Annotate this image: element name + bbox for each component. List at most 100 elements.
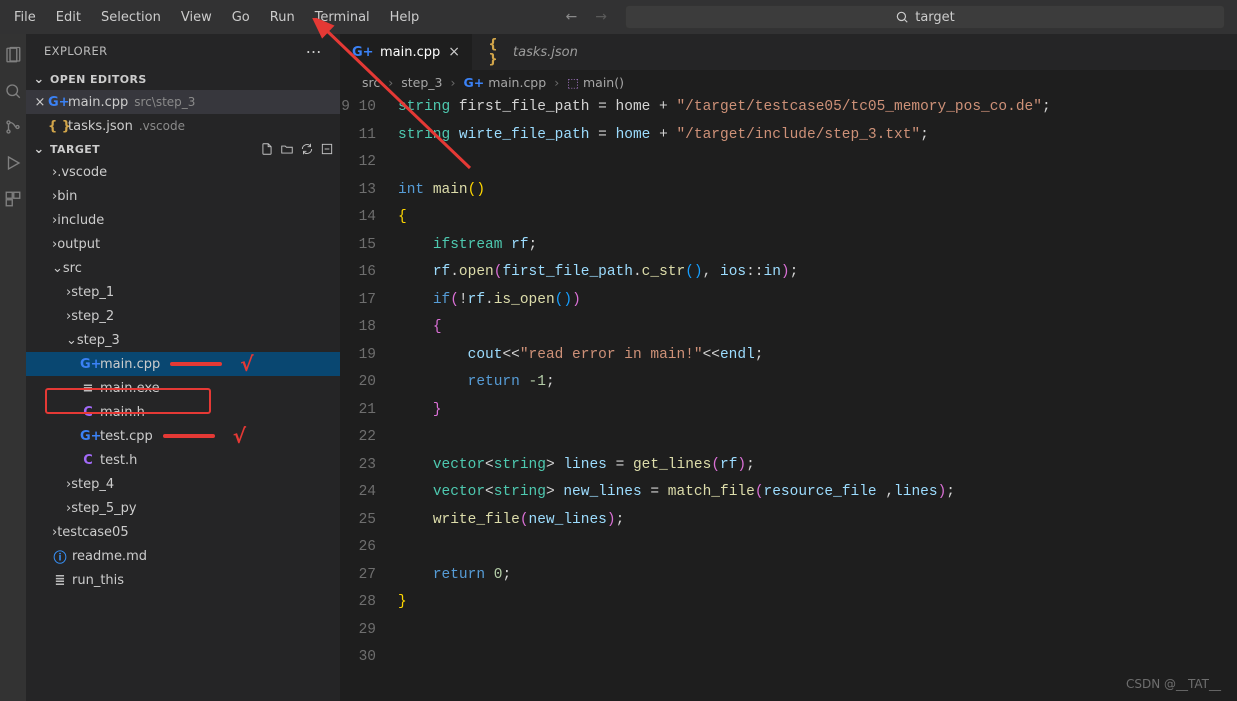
- code-lines[interactable]: string first_file_path = home + "/target…: [398, 94, 1237, 701]
- editor-tab[interactable]: { } tasks.json: [473, 34, 605, 70]
- info-icon: ⓘ: [52, 547, 68, 566]
- open-editor-name: tasks.json: [68, 119, 133, 134]
- tree-item[interactable]: Cmain.h: [26, 400, 340, 424]
- exe-icon: ≡: [80, 381, 96, 396]
- breadcrumb-item[interactable]: src: [362, 75, 380, 90]
- tab-label: tasks.json: [513, 45, 578, 60]
- annotation-underline: [170, 362, 222, 366]
- cpp-icon: G+: [80, 429, 96, 444]
- menu-help[interactable]: Help: [380, 6, 430, 29]
- more-icon[interactable]: ⋯: [306, 42, 322, 61]
- tree-item[interactable]: ≡ main.exe: [26, 376, 340, 400]
- search-panel-icon[interactable]: [4, 82, 22, 100]
- extensions-icon[interactable]: [4, 190, 22, 208]
- tree-item[interactable]: ⌄ src: [26, 256, 340, 280]
- cpp-icon: G+: [464, 75, 485, 90]
- refresh-icon[interactable]: [300, 142, 314, 156]
- c-icon: C: [80, 453, 96, 468]
- chevron-down-icon: ⌄: [52, 261, 63, 276]
- tree-item[interactable]: › output: [26, 232, 340, 256]
- tree-item-label: main.exe: [100, 381, 160, 396]
- annotation-check: √: [240, 352, 253, 376]
- hash-icon: ≣: [52, 573, 68, 588]
- close-icon[interactable]: ×: [32, 95, 48, 110]
- tree-item-label: step_3: [77, 333, 120, 348]
- tab-row: G+ main.cpp × { } tasks.json: [340, 34, 1237, 70]
- nav-forward-icon[interactable]: →: [589, 9, 613, 25]
- cpp-icon: G+: [352, 45, 368, 60]
- nav-arrows: ← →: [548, 9, 625, 25]
- menu-run[interactable]: Run: [260, 6, 305, 29]
- menu-go[interactable]: Go: [222, 6, 260, 29]
- scm-icon[interactable]: [4, 118, 22, 136]
- symbol-icon: ⬚: [567, 75, 579, 90]
- tree-item[interactable]: › step_1: [26, 280, 340, 304]
- chevron-right-icon: ›: [554, 75, 559, 90]
- chevron-right-icon: ›: [388, 75, 393, 90]
- code-area[interactable]: 9 10 11 12 13 14 15 16 17 18 19 20 21 22…: [340, 94, 1237, 701]
- open-editor-item[interactable]: × G+ main.cpp src\step_3: [26, 90, 340, 114]
- tree-item[interactable]: G+ test.cpp √: [26, 424, 340, 448]
- annotation-check: √: [233, 424, 246, 448]
- search-value: target: [915, 10, 955, 25]
- tree-item[interactable]: G+main.cpp √: [26, 352, 340, 376]
- cpp-icon: G+: [80, 357, 96, 372]
- tree-item[interactable]: › .vscode: [26, 160, 340, 184]
- c-icon: C: [80, 405, 96, 420]
- menu-selection[interactable]: Selection: [91, 6, 171, 29]
- tree-item[interactable]: › step_2: [26, 304, 340, 328]
- tree-item[interactable]: › testcase05: [26, 520, 340, 544]
- tree-item-label: test.h: [100, 453, 137, 468]
- tree-item-label: testcase05: [57, 525, 128, 540]
- tree-item-label: src: [63, 261, 82, 276]
- close-icon[interactable]: ×: [448, 44, 460, 60]
- search-box[interactable]: target: [625, 5, 1225, 29]
- breadcrumb-item[interactable]: step_3: [401, 75, 442, 90]
- open-editor-item[interactable]: { } tasks.json .vscode: [26, 114, 340, 138]
- tree-item-label: include: [57, 213, 104, 228]
- menu-view[interactable]: View: [171, 6, 222, 29]
- workspace-header[interactable]: ⌄ TARGET: [26, 138, 340, 160]
- new-file-icon[interactable]: [260, 142, 274, 156]
- json-icon: { }: [48, 119, 64, 134]
- menu-file[interactable]: File: [4, 6, 46, 29]
- open-editor-path: src\step_3: [134, 95, 195, 109]
- new-folder-icon[interactable]: [280, 142, 294, 156]
- tree-item-label: step_4: [71, 477, 114, 492]
- tree-item-label: output: [57, 237, 100, 252]
- tree-item-label: .vscode: [57, 165, 107, 180]
- tree-item[interactable]: › bin: [26, 184, 340, 208]
- tree-item[interactable]: › step_5_py: [26, 496, 340, 520]
- breadcrumb-item[interactable]: G+main.cpp: [464, 75, 547, 90]
- tree-item[interactable]: › step_4: [26, 472, 340, 496]
- tree-item-label: test.cpp: [100, 429, 153, 444]
- tree-item-label: readme.md: [72, 549, 147, 564]
- collapse-icon[interactable]: [320, 142, 334, 156]
- breadcrumbs[interactable]: src › step_3 › G+main.cpp › ⬚main(): [340, 70, 1237, 94]
- gutter: 9 10 11 12 13 14 15 16 17 18 19 20 21 22…: [340, 94, 398, 701]
- tree-item-label: main.h: [100, 405, 145, 420]
- search-icon: [895, 10, 909, 24]
- sidebar: EXPLORER ⋯ ⌄ OPEN EDITORS × G+ main.cpp …: [26, 34, 340, 701]
- menu-terminal[interactable]: Terminal: [305, 6, 380, 29]
- tree-item-label: run_this: [72, 573, 124, 588]
- watermark: CSDN @__TAT__: [1126, 677, 1221, 691]
- tree-item-label: bin: [57, 189, 77, 204]
- tree-item[interactable]: Ctest.h: [26, 448, 340, 472]
- tree-item[interactable]: ⌄ step_3: [26, 328, 340, 352]
- breadcrumb-item[interactable]: ⬚main(): [567, 75, 624, 90]
- tree-item-label: step_2: [71, 309, 114, 324]
- menu-edit[interactable]: Edit: [46, 6, 91, 29]
- editor-tab[interactable]: G+ main.cpp ×: [340, 34, 473, 70]
- tree-item[interactable]: ≣ run_this: [26, 568, 340, 592]
- open-editor-name: main.cpp: [68, 95, 128, 110]
- tree-item[interactable]: ⓘ readme.md: [26, 544, 340, 568]
- open-editors-header[interactable]: ⌄ OPEN EDITORS: [26, 68, 340, 90]
- chevron-right-icon: ›: [451, 75, 456, 90]
- tree-item[interactable]: › include: [26, 208, 340, 232]
- run-icon[interactable]: [4, 154, 22, 172]
- open-editor-path: .vscode: [139, 119, 185, 133]
- explorer-icon[interactable]: [4, 46, 22, 64]
- nav-back-icon[interactable]: ←: [560, 9, 584, 25]
- cpp-icon: G+: [48, 95, 64, 110]
